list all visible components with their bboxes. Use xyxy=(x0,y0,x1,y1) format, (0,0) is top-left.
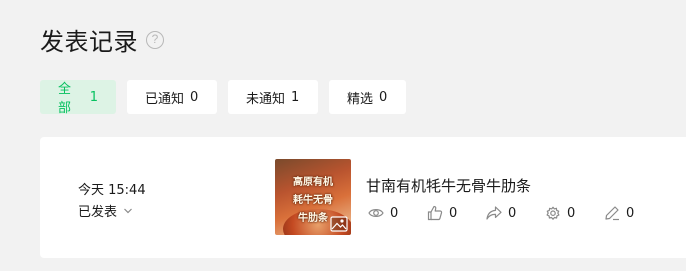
record-time: 今天 15:44 xyxy=(78,183,146,198)
tab-notified[interactable]: 已通知 0 xyxy=(127,80,217,114)
shares-count: 0 xyxy=(508,205,517,221)
tab-label: 已通知 xyxy=(145,91,185,107)
gear-icon xyxy=(546,206,560,220)
comments-count: 0 xyxy=(626,205,635,221)
tab-label: 精选 xyxy=(347,91,374,107)
status-label: 已发表 xyxy=(78,205,118,220)
likes-count: 0 xyxy=(449,205,458,221)
tab-all[interactable]: 全部 1 xyxy=(40,80,116,116)
page-title: 发表记录 xyxy=(40,28,138,56)
stat-likes[interactable]: 0 xyxy=(427,205,486,221)
recommends-count: 0 xyxy=(567,205,576,221)
article-stats: 0 0 0 0 0 xyxy=(368,205,644,221)
tab-count: 0 xyxy=(190,89,199,105)
stat-recommends[interactable]: 0 xyxy=(545,205,604,221)
eye-icon xyxy=(368,209,384,217)
tab-label: 全部 xyxy=(58,82,72,116)
views-count: 0 xyxy=(390,205,399,221)
tab-not-notified[interactable]: 未通知 1 xyxy=(228,80,318,114)
tab-featured[interactable]: 精选 0 xyxy=(329,80,406,114)
thumbnail-text: 耗牛无骨 xyxy=(293,195,333,206)
stat-shares[interactable]: 0 xyxy=(486,205,545,221)
title-row: 发表记录 ? xyxy=(40,22,164,57)
stat-views[interactable]: 0 xyxy=(368,205,427,221)
status-dropdown[interactable]: 已发表 xyxy=(78,201,133,220)
stat-comments[interactable]: 0 xyxy=(604,205,644,221)
filter-tabs: 全部 1 已通知 0 未通知 1 精选 0 xyxy=(40,80,406,116)
tab-count: 1 xyxy=(291,89,300,105)
tab-label: 未通知 xyxy=(246,91,286,107)
help-icon[interactable]: ? xyxy=(146,30,164,49)
article-title[interactable]: 甘南有机牦牛无骨牛肋条 xyxy=(366,175,531,196)
thumbs-up-icon xyxy=(427,205,443,221)
tab-count: 1 xyxy=(89,89,98,105)
chevron-down-icon xyxy=(124,208,132,213)
record-card: 今天 15:44 已发表 高原有机 耗牛无骨 牛肋条 甘南有机牦牛无骨牛肋条 0… xyxy=(40,137,686,258)
publish-records-page: 发表记录 ? 全部 1 已通知 0 未通知 1 精选 0 今天 15:44 已发… xyxy=(0,0,686,271)
thumbnail-text: 高原有机 xyxy=(293,177,333,188)
article-thumbnail[interactable]: 高原有机 耗牛无骨 牛肋条 xyxy=(275,159,351,235)
image-icon xyxy=(330,216,348,232)
share-icon xyxy=(486,206,502,220)
tab-count: 0 xyxy=(379,89,388,105)
pencil-icon xyxy=(605,206,619,221)
